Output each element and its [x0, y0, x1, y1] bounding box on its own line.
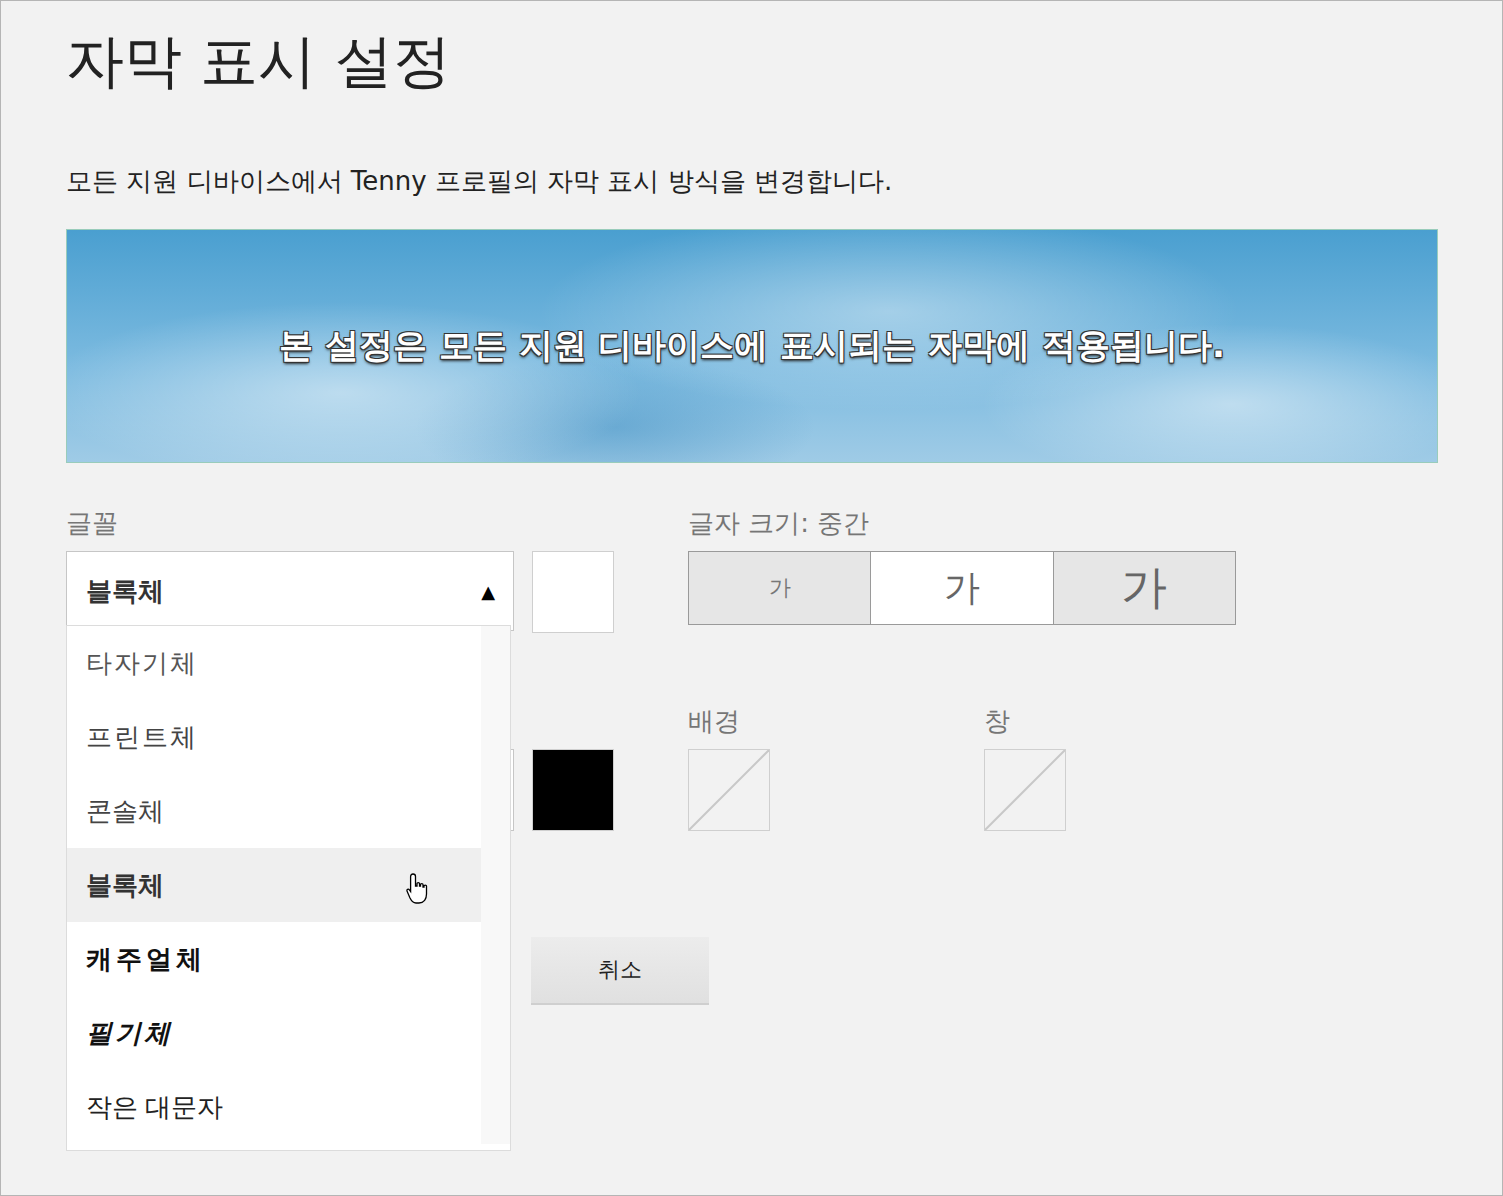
size-label: 글자 크기: 중간	[688, 507, 1236, 539]
preview-caption: 본 설정은 모든 지원 디바이스에 표시되는 자막에 적용됩니다.	[279, 323, 1225, 369]
window-label: 창	[984, 705, 1066, 737]
text-color-swatch[interactable]	[532, 749, 614, 831]
font-option[interactable]: 작은 대문자	[67, 1070, 481, 1144]
font-option[interactable]: 필기체	[67, 996, 481, 1070]
font-menu: 타자기체프린트체콘솔체블록체캐주얼체필기체작은 대문자	[66, 625, 511, 1151]
font-label: 글꼴	[66, 507, 614, 539]
background-color-swatch[interactable]	[688, 749, 770, 831]
no-color-icon	[985, 750, 1065, 830]
size-option[interactable]: 가	[1054, 552, 1235, 624]
page-title: 자막 표시 설정	[66, 21, 1502, 101]
font-option[interactable]: 캐주얼체	[67, 922, 481, 996]
font-value: 블록체	[86, 574, 164, 609]
dropdown-arrow-icon: ▲	[481, 581, 495, 602]
window-color-swatch[interactable]	[984, 749, 1066, 831]
caption-settings-page: 자막 표시 설정모든 지원 디바이스에서 Tenny 프로필의 자막 표시 방식…	[0, 0, 1503, 1196]
size-selector: 가가가	[688, 551, 1236, 625]
cancel-button[interactable]: 취소	[531, 937, 709, 1005]
font-option[interactable]: 콘솔체	[67, 774, 481, 848]
scrollbar[interactable]	[481, 626, 510, 1144]
font-option[interactable]: 타자기체	[67, 626, 481, 700]
background-label: 배경	[688, 705, 770, 737]
size-option[interactable]: 가	[689, 552, 871, 624]
caption-preview: 본 설정은 모든 지원 디바이스에 표시되는 자막에 적용됩니다.	[66, 229, 1438, 463]
page-description: 모든 지원 디바이스에서 Tenny 프로필의 자막 표시 방식을 변경합니다.	[66, 163, 1502, 199]
no-color-icon	[689, 750, 769, 830]
font-option[interactable]: 프린트체	[67, 700, 481, 774]
size-option[interactable]: 가	[871, 552, 1053, 624]
font-color-swatch[interactable]	[532, 551, 614, 633]
hand-cursor-icon	[405, 872, 431, 906]
font-dropdown[interactable]: 블록체 ▲	[66, 551, 514, 631]
